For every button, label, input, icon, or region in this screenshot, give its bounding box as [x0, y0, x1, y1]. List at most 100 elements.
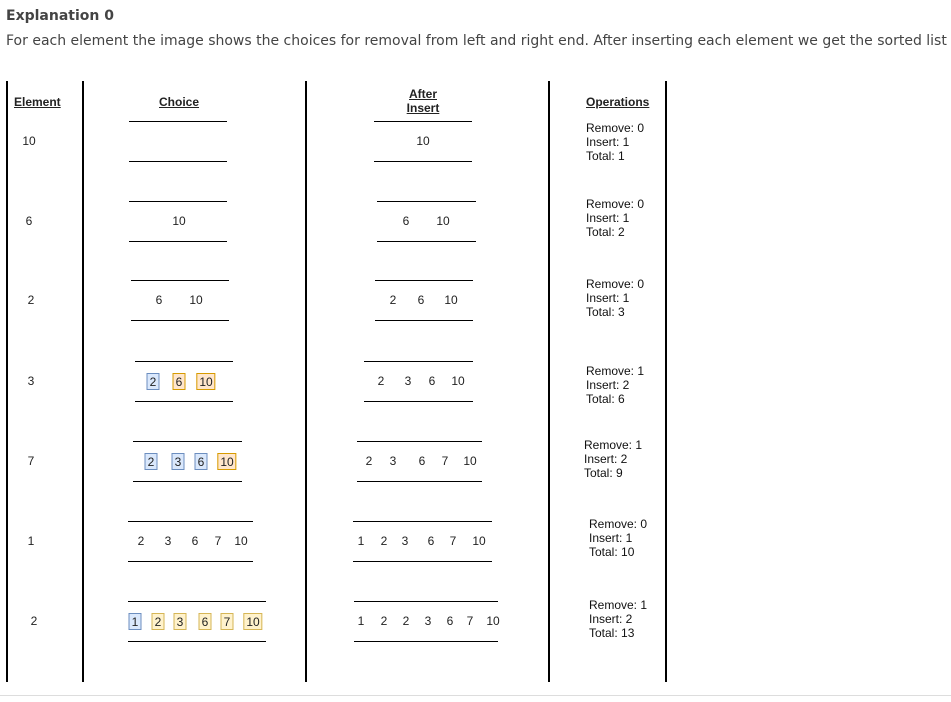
bottom-divider: [0, 695, 951, 696]
column-divider: [305, 81, 307, 682]
after-number: 3: [401, 534, 409, 548]
after-number: 2: [365, 454, 373, 468]
choice-line-bottom: [128, 641, 266, 642]
element-value: 2: [30, 614, 38, 628]
choice-number: 7: [214, 534, 222, 548]
explanation-intro: For each element the image shows the cho…: [6, 33, 951, 49]
after-number: 1: [357, 614, 365, 628]
choice-number: 10: [172, 214, 186, 228]
choice-line-bottom: [128, 561, 253, 562]
after-number: 10: [472, 534, 486, 548]
column-divider: [6, 81, 8, 682]
operations-insert: Insert: 2: [584, 452, 628, 466]
choice-number: 10: [189, 293, 203, 307]
after-number: 10: [451, 374, 465, 388]
choice-box-orange: 10: [217, 453, 237, 470]
after-line-bottom: [357, 481, 482, 482]
after-line-top: [374, 121, 472, 122]
choice-line-top: [133, 441, 242, 442]
operations-insert: Insert: 1: [586, 211, 630, 225]
choice-number: 6: [191, 534, 199, 548]
choice-box-blue: 1: [128, 613, 142, 630]
operations-remove: Remove: 0: [586, 121, 645, 135]
element-value: 10: [22, 134, 36, 148]
operations-insert: Insert: 1: [586, 135, 630, 149]
operations-remove: Remove: 1: [589, 598, 648, 612]
operations-summary: Remove: 1 Insert: 2 Total: 6: [586, 364, 644, 406]
operations-total: Total: 13: [589, 626, 635, 640]
after-number: 6: [428, 374, 436, 388]
header-choice: Choice: [159, 95, 200, 109]
after-line-bottom: [354, 641, 498, 642]
after-number: 7: [466, 614, 474, 628]
element-value: 7: [27, 454, 35, 468]
choice-box-blue: 3: [171, 453, 185, 470]
after-line-bottom: [364, 401, 473, 402]
choice-box-blue: 2: [146, 373, 160, 390]
element-value: 2: [27, 293, 35, 307]
choice-box-blue: 2: [144, 453, 158, 470]
operations-insert: Insert: 1: [586, 291, 630, 305]
operations-remove: Remove: 0: [586, 277, 645, 291]
after-line-top: [375, 280, 473, 281]
after-line-top: [364, 361, 473, 362]
operations-remove: Remove: 1: [584, 438, 643, 452]
after-number: 10: [436, 214, 450, 228]
operations-insert: Insert: 2: [589, 612, 633, 626]
choice-line-top: [128, 521, 253, 522]
operations-total: Total: 6: [586, 392, 625, 406]
choice-line-top: [129, 201, 227, 202]
after-number: 2: [389, 293, 397, 307]
choice-box-yellow: 10: [243, 613, 263, 630]
choice-box-orange: 6: [172, 373, 186, 390]
choice-line-top: [128, 601, 266, 602]
choice-line-top: [135, 361, 233, 362]
operations-total: Total: 10: [589, 545, 635, 559]
header-after-line1: After: [408, 87, 437, 101]
operations-summary: Remove: 0 Insert: 1 Total: 3: [586, 277, 644, 319]
header-element: Element: [14, 95, 61, 109]
after-line-top: [377, 201, 476, 202]
after-line-bottom: [374, 161, 472, 162]
after-line-bottom: [377, 241, 476, 242]
operations-summary: Remove: 0 Insert: 1 Total: 10: [589, 517, 647, 559]
choice-box-yellow: 3: [173, 613, 187, 630]
choice-box-yellow: 6: [198, 613, 212, 630]
operations-summary: Remove: 1 Insert: 2 Total: 13: [589, 598, 647, 640]
after-number: 6: [402, 214, 410, 228]
choice-line-bottom: [133, 481, 242, 482]
header-after-insert: After Insert: [403, 87, 443, 115]
choice-line-top: [129, 121, 227, 122]
after-number: 1: [357, 534, 365, 548]
choice-line-bottom: [129, 161, 227, 162]
choice-line-bottom: [129, 241, 227, 242]
choice-box-yellow: 7: [220, 613, 234, 630]
choice-box-orange: 10: [196, 373, 216, 390]
element-value: 3: [27, 374, 35, 388]
after-line-bottom: [375, 320, 473, 321]
after-number: 10: [486, 614, 500, 628]
header-after-line2: Insert: [406, 101, 440, 115]
column-divider: [665, 81, 667, 682]
choice-number: 10: [234, 534, 248, 548]
choice-box-blue: 6: [194, 453, 208, 470]
after-number: 3: [389, 454, 397, 468]
after-number: 10: [463, 454, 477, 468]
after-number: 10: [416, 134, 430, 148]
after-number: 2: [402, 614, 410, 628]
operations-total: Total: 3: [586, 305, 625, 319]
after-line-top: [357, 441, 482, 442]
after-line-bottom: [353, 561, 492, 562]
choice-number: 6: [155, 293, 163, 307]
operations-insert: Insert: 1: [589, 531, 633, 545]
operations-total: Total: 2: [586, 225, 625, 239]
after-number: 2: [380, 534, 388, 548]
operations-total: Total: 9: [584, 466, 623, 480]
after-number: 6: [417, 293, 425, 307]
column-divider: [82, 81, 84, 682]
column-divider: [548, 81, 550, 682]
after-number: 2: [380, 614, 388, 628]
operations-summary: Remove: 0 Insert: 1 Total: 2: [586, 197, 644, 239]
after-number: 6: [427, 534, 435, 548]
operations-remove: Remove: 1: [586, 364, 645, 378]
